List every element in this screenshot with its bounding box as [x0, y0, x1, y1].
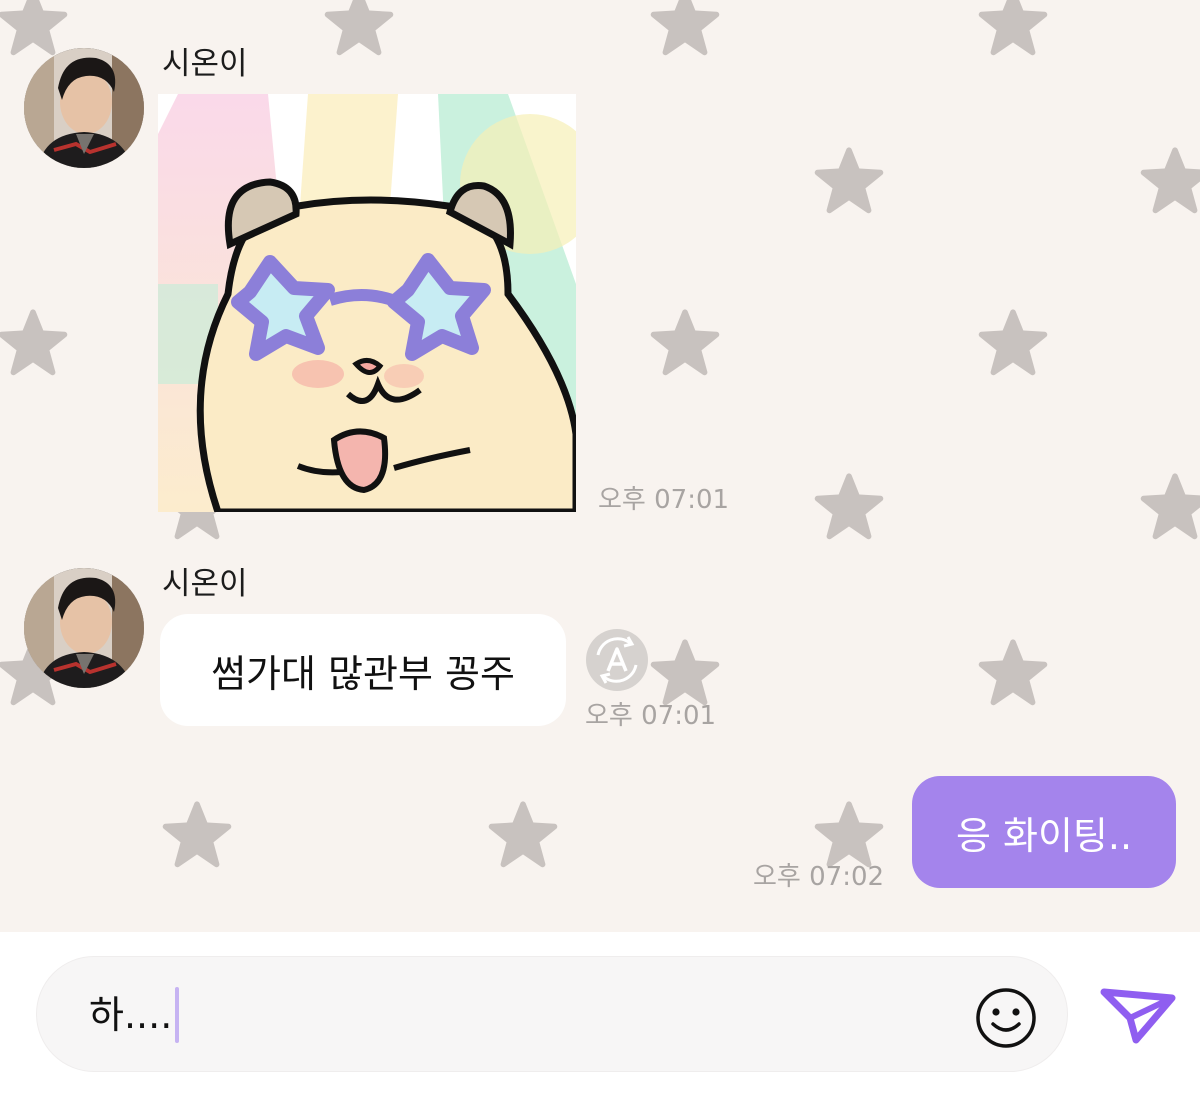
message-text: 응 화이팅..: [955, 813, 1133, 858]
translate-a-icon: [586, 629, 648, 691]
sender-name: 시온이: [162, 46, 248, 82]
star-icon: [814, 147, 884, 214]
input-value: 하....: [89, 993, 173, 1037]
star-icon: [1140, 147, 1200, 214]
star-icon: [1140, 473, 1200, 540]
star-icon: [0, 0, 68, 56]
message-timestamp: 오후 07:01: [585, 701, 717, 731]
message-input[interactable]: 하....: [36, 956, 1068, 1072]
profile-photo: [24, 48, 144, 168]
message-text: 썸가대 많관부 꽁주: [211, 651, 515, 696]
translate-button[interactable]: [584, 627, 650, 693]
star-icon: [488, 801, 558, 868]
star-icon: [324, 0, 394, 56]
smiley-face-icon: [976, 988, 1036, 1048]
star-icon: [978, 639, 1048, 706]
outgoing-message-bubble[interactable]: 응 화이팅..: [912, 776, 1176, 888]
message-composer: 하....: [0, 932, 1200, 1095]
incoming-message-bubble[interactable]: 썸가대 많관부 꽁주: [160, 614, 566, 726]
paper-plane-icon: [1100, 988, 1176, 1044]
star-icon: [0, 309, 68, 376]
star-icon: [650, 309, 720, 376]
message-timestamp: 오후 07:01: [598, 485, 730, 515]
star-icon: [978, 0, 1048, 56]
star-icon: [162, 801, 232, 868]
message-timestamp: 오후 07:02: [753, 862, 885, 892]
star-icon: [814, 473, 884, 540]
hamster-sticker: [158, 94, 576, 512]
avatar[interactable]: [24, 568, 144, 688]
message-input-text[interactable]: 하....: [89, 987, 180, 1043]
sticker-image[interactable]: [158, 94, 576, 512]
emoji-button[interactable]: [974, 986, 1038, 1050]
sender-name: 시온이: [162, 566, 248, 602]
send-button[interactable]: [1096, 984, 1178, 1048]
profile-photo: [24, 568, 144, 688]
star-icon: [978, 309, 1048, 376]
text-caret: [175, 987, 180, 1043]
avatar[interactable]: [24, 48, 144, 168]
star-icon: [650, 0, 720, 56]
chat-area[interactable]: 시온이 오후 07:01 시온이 썸가대 많관부 꽁주 오후 07:01 오후 …: [0, 0, 1200, 932]
